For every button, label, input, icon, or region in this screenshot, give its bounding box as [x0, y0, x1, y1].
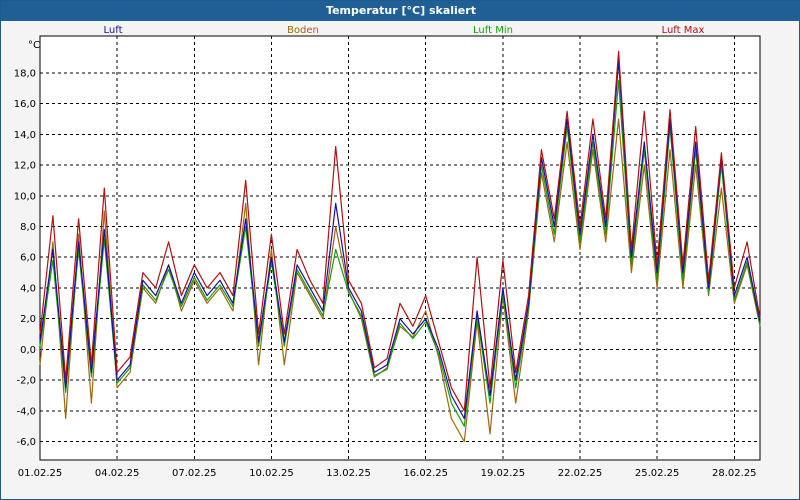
y-tick-label: 12,0	[14, 161, 36, 172]
y-tick-label: -6,0	[16, 437, 36, 448]
x-tick-label: 25.02.25	[635, 468, 680, 479]
x-axis-ticks: 01.02.25 04.02.25 07.02.25 10.02.25 13.02.25…	[18, 468, 757, 479]
x-tick-label: 01.02.25	[18, 468, 63, 479]
x-tick-label: 28.02.25	[712, 468, 757, 479]
y-tick-label: -2,0	[16, 376, 36, 387]
y-tick-label: 18,0	[14, 68, 36, 79]
legend: Luft Boden Luft Min Luft Max	[104, 25, 705, 36]
y-tick-label: 6,0	[20, 253, 36, 264]
y-tick-label: 4,0	[20, 283, 36, 294]
plot-area	[39, 35, 761, 461]
legend-item: Luft	[104, 25, 123, 36]
y-tick-label: 14,0	[14, 130, 36, 141]
y-tick-label: 0,0	[20, 345, 36, 356]
x-tick-label: 04.02.25	[95, 468, 140, 479]
legend-item: Luft Min	[473, 25, 513, 36]
x-tick-label: 22.02.25	[558, 468, 603, 479]
y-axis-unit: °C	[28, 40, 40, 51]
x-tick-label: 19.02.25	[481, 468, 526, 479]
temperature-chart: 18,0 16,0 14,0 12,0 10,0 8,0 6,0 4,0 2,0 0,0 -2,0 -…	[14, 25, 761, 479]
y-axis-ticks: 18,0 16,0 14,0 12,0 10,0 8,0 6,0 4,0 2,0 0,0 -2,0 -…	[14, 68, 36, 448]
y-tick-label: 8,0	[20, 222, 36, 233]
y-tick-label: 16,0	[14, 99, 36, 110]
y-tick-label: 2,0	[20, 314, 36, 325]
x-tick-label: 13.02.25	[326, 468, 371, 479]
y-tick-label: 10,0	[14, 191, 36, 202]
legend-item: Luft Max	[662, 25, 705, 36]
x-tick-label: 07.02.25	[172, 468, 217, 479]
x-tick-label: 10.02.25	[249, 468, 294, 479]
x-tick-label: 16.02.25	[403, 468, 448, 479]
y-tick-label: -4,0	[16, 406, 36, 417]
legend-item: Boden	[287, 25, 319, 36]
